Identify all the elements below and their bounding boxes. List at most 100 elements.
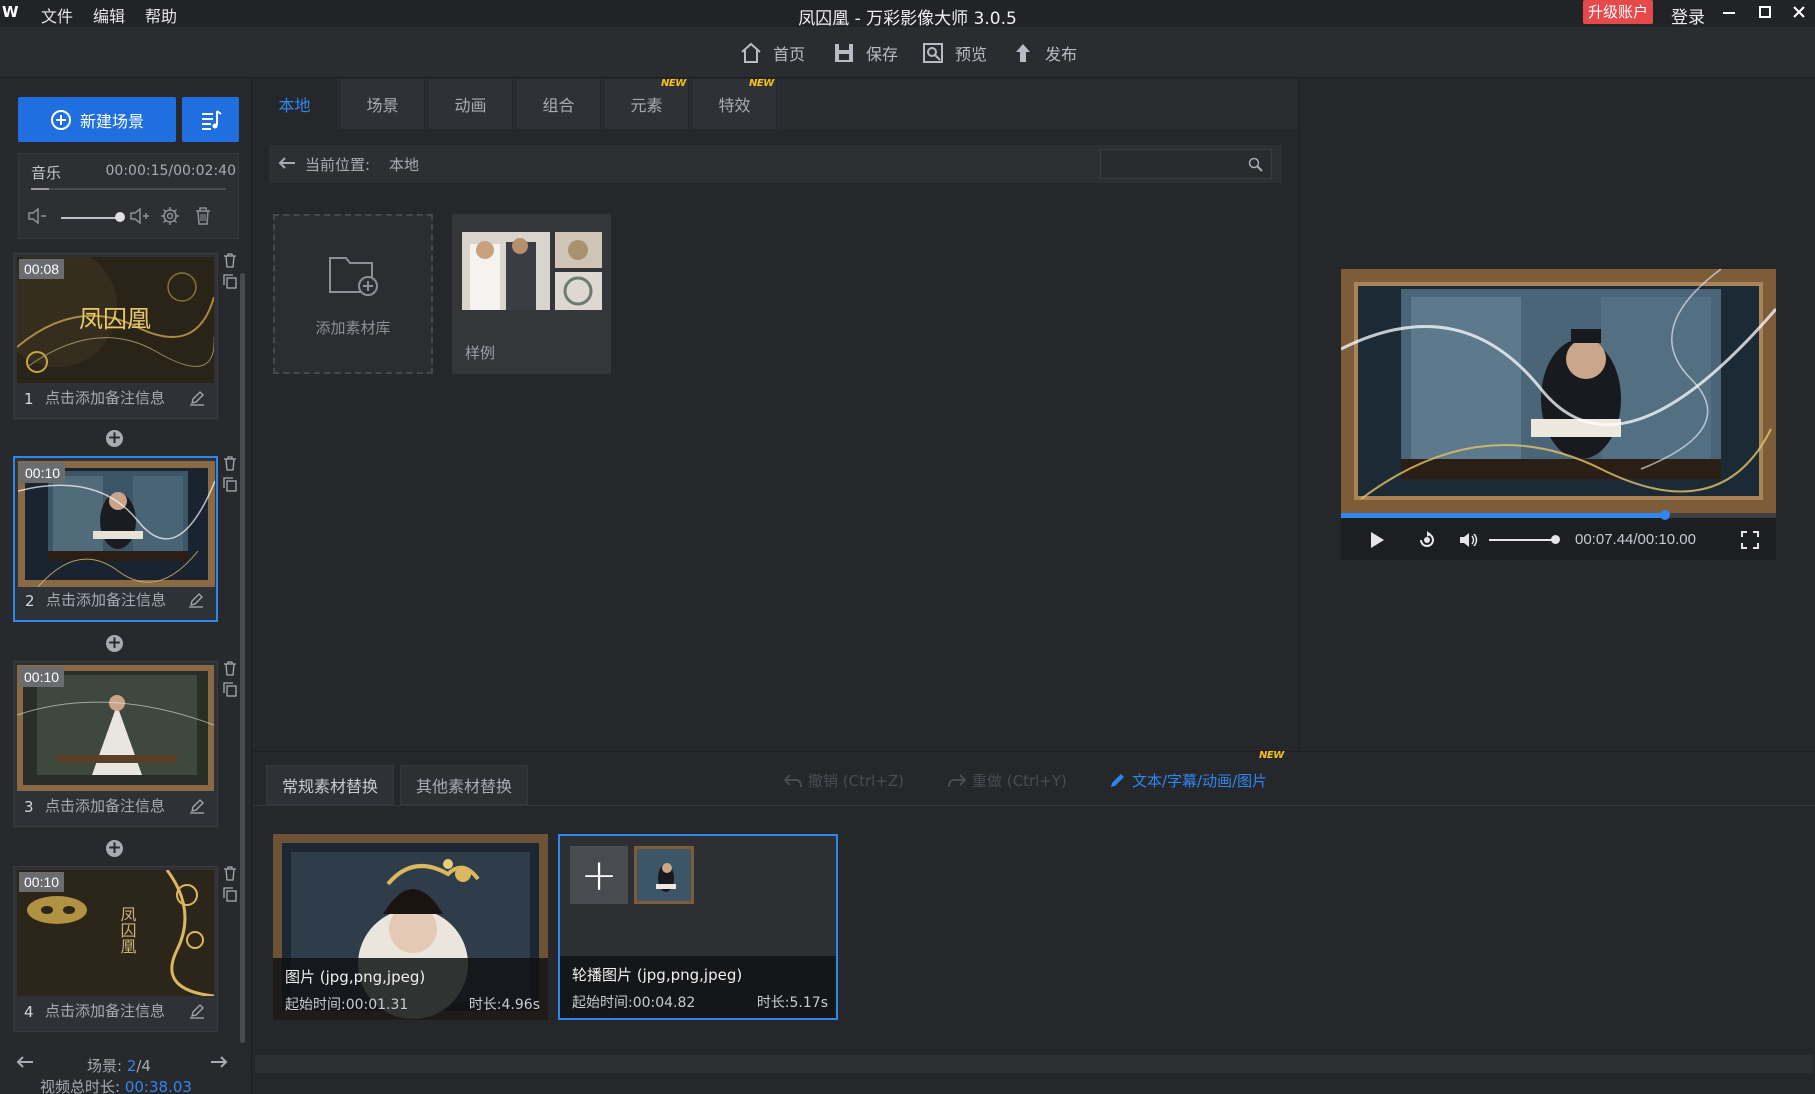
carousel-thumbnail[interactable]: [634, 846, 694, 904]
scene-counter-current: 2: [126, 1057, 137, 1075]
scene-note[interactable]: 点击添加备注信息: [46, 589, 166, 610]
tab-animation[interactable]: 动画: [429, 79, 513, 129]
undo-button[interactable]: 撤销 (Ctrl+Z): [784, 770, 904, 791]
scene-index: 4: [24, 1003, 34, 1021]
scene-card-1[interactable]: 凤囚凰 00:08 1 点击添加备注信息: [13, 253, 218, 419]
edit-icon[interactable]: [189, 798, 205, 818]
edit-icon[interactable]: [189, 390, 205, 410]
scene-note[interactable]: 点击添加备注信息: [45, 795, 165, 816]
music-volume-knob[interactable]: [115, 212, 125, 222]
copy-scene-icon[interactable]: [223, 887, 237, 902]
minimize-icon[interactable]: [1713, 0, 1745, 24]
scene-card-3[interactable]: 00:10 3 点击添加备注信息: [13, 661, 218, 827]
next-scene-icon[interactable]: [210, 1055, 228, 1069]
pencil-icon: [1111, 773, 1124, 787]
volume-down-icon[interactable]: [27, 206, 47, 226]
scene-note[interactable]: 点击添加备注信息: [45, 1000, 165, 1021]
material-card-carousel[interactable]: + 轮播图片 (jpg,png,jpeg) 起始时间:00:04.82 时长:5…: [558, 834, 838, 1020]
window-title: 凤囚凰 - 万彩影像大师 3.0.5: [798, 9, 1017, 29]
scene-duration: 00:10: [19, 667, 65, 687]
upload-icon: [1016, 44, 1030, 62]
scene-index: 2: [25, 592, 35, 610]
play-icon[interactable]: [1369, 531, 1385, 549]
new-badge: NEW: [1259, 750, 1284, 761]
material-start-time: 起始时间:00:01.31: [285, 997, 409, 1013]
delete-scene-icon[interactable]: [223, 661, 237, 676]
copy-scene-icon[interactable]: [223, 477, 237, 492]
edit-icon[interactable]: [188, 592, 204, 612]
publish-button[interactable]: 发布: [1011, 41, 1077, 65]
home-button[interactable]: 首页: [739, 41, 805, 65]
tab-combination[interactable]: 组合: [517, 79, 601, 129]
search-icon[interactable]: [1248, 157, 1263, 172]
playback-progress-knob[interactable]: [1659, 510, 1670, 520]
add-scene-icon[interactable]: +: [106, 840, 123, 857]
add-image-button[interactable]: +: [570, 846, 628, 904]
scene-note[interactable]: 点击添加备注信息: [45, 387, 165, 408]
upgrade-account-button[interactable]: 升级账户: [1583, 0, 1653, 24]
delete-scene-icon[interactable]: [223, 253, 237, 268]
scene-list-scrollbar[interactable]: [240, 273, 245, 1043]
preview-icon: [923, 43, 943, 63]
gear-icon[interactable]: [160, 206, 180, 226]
edit-icon[interactable]: [189, 1003, 205, 1023]
location-value: 本地: [389, 156, 420, 174]
scene-duration: 00:10: [20, 463, 66, 483]
horizontal-scrollbar[interactable]: [255, 1055, 1813, 1073]
music-progress-bar[interactable]: [31, 188, 226, 190]
playback-progress-bar[interactable]: [1341, 510, 1776, 520]
tab-regular-replace[interactable]: 常规素材替换: [266, 765, 394, 805]
scene-counter-label: 场景:: [87, 1057, 127, 1075]
preview-label: 预览: [955, 45, 988, 64]
prev-scene-icon[interactable]: [16, 1055, 34, 1069]
new-badge: NEW: [749, 78, 774, 89]
replay-icon[interactable]: [1417, 531, 1437, 549]
add-scene-icon[interactable]: +: [106, 635, 123, 652]
copy-scene-icon[interactable]: [223, 274, 237, 289]
maximize-icon[interactable]: [1749, 0, 1781, 24]
scene-navigation: 场景: 2/4 视频总时长: 00:38.03: [0, 1047, 252, 1094]
volume-icon[interactable]: [1459, 531, 1479, 549]
text-subtitle-edit-button[interactable]: 文本/字幕/动画/图片: [1108, 770, 1267, 791]
delete-scene-icon[interactable]: [223, 456, 237, 471]
add-folder-icon: [329, 257, 378, 296]
sample-folder-label: 样例: [465, 344, 496, 362]
total-duration-value: 00:38.03: [124, 1078, 192, 1094]
login-button[interactable]: 登录: [1671, 3, 1705, 28]
trash-icon[interactable]: [194, 206, 212, 226]
preview-volume-knob[interactable]: [1551, 535, 1560, 544]
home-icon: [741, 42, 761, 63]
new-scene-button[interactable]: 新建场景: [18, 97, 176, 142]
tab-local[interactable]: 本地: [253, 79, 337, 129]
material-start-time: 起始时间:00:04.82: [572, 995, 696, 1011]
volume-up-icon[interactable]: [129, 206, 149, 226]
redo-button[interactable]: 重做 (Ctrl+Y): [948, 770, 1067, 791]
material-card-image[interactable]: 图片 (jpg,png,jpeg) 起始时间:00:01.31 时长:4.96s: [273, 834, 548, 1020]
video-player: 00:07.44/00:10.00: [1341, 269, 1776, 560]
material-meta: 轮播图片 (jpg,png,jpeg) 起始时间:00:04.82 时长:5.1…: [560, 956, 836, 1018]
sample-folder[interactable]: 样例: [452, 214, 611, 374]
music-volume-slider[interactable]: [61, 217, 117, 219]
library-tabs: 本地 场景 动画 组合 元素 特效 NEW NEW: [253, 78, 1298, 129]
scene-index: 1: [24, 390, 34, 408]
scene-card-4[interactable]: 凤囚凰 00:10 4 点击添加备注信息: [13, 866, 218, 1032]
scene-card-2[interactable]: 00:10 2 点击添加备注信息: [13, 456, 218, 622]
preview-volume-slider[interactable]: [1489, 539, 1553, 541]
music-settings-button[interactable]: [182, 97, 239, 142]
close-icon[interactable]: [1783, 0, 1815, 24]
tab-scenes[interactable]: 场景: [341, 79, 425, 129]
scene-thumb-title: 凤囚凰: [118, 906, 137, 954]
add-scene-icon[interactable]: +: [106, 430, 123, 447]
copy-scene-icon[interactable]: [223, 682, 237, 697]
material-duration: 时长:4.96s: [468, 997, 540, 1013]
delete-scene-icon[interactable]: [223, 866, 237, 881]
redo-label: 重做 (Ctrl+Y): [972, 772, 1067, 790]
preview-button[interactable]: 预览: [921, 41, 987, 65]
search-input[interactable]: [1100, 149, 1272, 179]
fullscreen-icon[interactable]: [1741, 531, 1759, 549]
music-panel: 音乐 00:00:15/00:02:40: [18, 153, 239, 239]
add-library-button[interactable]: 添加素材库: [273, 214, 433, 374]
save-button[interactable]: 保存: [832, 41, 898, 65]
tab-other-replace[interactable]: 其他素材替换: [400, 765, 528, 805]
back-arrow-icon[interactable]: [278, 156, 296, 170]
